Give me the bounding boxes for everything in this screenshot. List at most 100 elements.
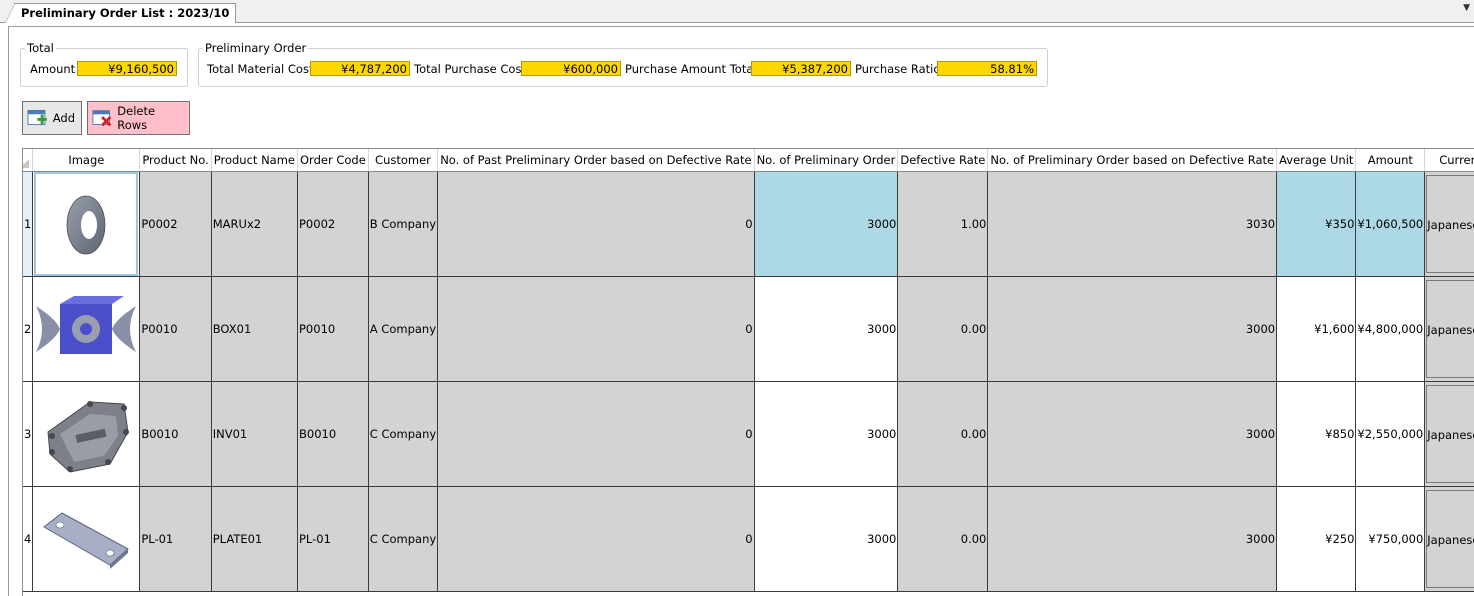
average-unit-cell[interactable]: ¥1,600 xyxy=(1276,276,1357,382)
order-defective-cell[interactable]: 3000 xyxy=(987,486,1278,592)
order-defective-cell[interactable]: 3030 xyxy=(987,171,1278,277)
col-header-product-no[interactable]: Product No. xyxy=(139,149,212,172)
product-no-cell[interactable]: PL-01 xyxy=(139,486,212,592)
average-unit-cell[interactable]: ¥250 xyxy=(1276,486,1357,592)
currency-cell[interactable]: Japanese Yen xyxy=(1424,171,1474,277)
order-code-cell[interactable]: P0010 xyxy=(297,276,369,382)
total-amount-label: Amount xyxy=(30,62,76,76)
average-unit-cell[interactable]: ¥350 xyxy=(1276,171,1357,277)
image-cell[interactable] xyxy=(32,381,141,487)
currency-cell[interactable]: Japanese Yen xyxy=(1424,381,1474,487)
average-unit-cell[interactable]: ¥850 xyxy=(1276,381,1357,487)
defective-rate-cell[interactable]: 0.00 xyxy=(897,381,989,487)
preliminary-order-legend: Preliminary Order xyxy=(205,41,307,55)
order-grid[interactable]: Image Product No. Product Name Order Cod… xyxy=(22,148,1474,596)
col-header-prelim-order[interactable]: No. of Preliminary Order xyxy=(754,149,899,172)
currency-dropdown[interactable]: Japanese Yen xyxy=(1426,490,1474,588)
table-row[interactable]: 4 PL-01 PLATE01 PL-01 C Company 0 3000 0… xyxy=(23,486,1474,592)
product-name-cell[interactable]: PLATE01 xyxy=(211,486,299,592)
customer-cell[interactable]: C Company xyxy=(368,486,439,592)
chevron-down-icon[interactable]: ▼ xyxy=(1463,3,1470,13)
past-order-cell[interactable]: 0 xyxy=(437,381,755,487)
purchase-cost-field: ¥600,000 xyxy=(521,61,621,76)
order-defective-cell[interactable]: 3000 xyxy=(987,381,1278,487)
prelim-order-cell[interactable]: 3000 xyxy=(754,381,899,487)
delete-rows-button[interactable]: Delete Rows xyxy=(87,101,190,135)
product-name-cell[interactable]: MARUx2 xyxy=(211,171,299,277)
select-all-corner[interactable] xyxy=(23,149,34,172)
col-header-order-defective[interactable]: No. of Preliminary Order based on Defect… xyxy=(987,149,1278,172)
product-no-cell[interactable]: P0010 xyxy=(139,276,212,382)
material-cost-label: Total Material Cost xyxy=(207,62,314,76)
past-order-cell[interactable]: 0 xyxy=(437,171,755,277)
row-header[interactable]: 1 xyxy=(23,171,34,277)
plate-icon xyxy=(43,512,130,569)
order-table: Image Product No. Product Name Order Cod… xyxy=(23,149,1474,592)
customer-cell[interactable]: B Company xyxy=(368,171,439,277)
currency-dropdown[interactable]: Japanese Yen xyxy=(1426,280,1474,378)
col-header-currency[interactable]: Currency xyxy=(1424,149,1474,172)
order-defective-cell[interactable]: 3000 xyxy=(987,276,1278,382)
tab-preliminary-order-list[interactable]: Preliminary Order List : 2023/10 xyxy=(4,3,237,23)
row-header[interactable]: 2 xyxy=(23,276,34,382)
defective-rate-cell[interactable]: 0.00 xyxy=(897,486,989,592)
image-cell[interactable] xyxy=(32,276,141,382)
currency-dropdown[interactable]: Japanese Yen xyxy=(1426,175,1474,273)
past-order-cell[interactable]: 0 xyxy=(437,276,755,382)
amount-cell[interactable]: ¥2,550,000 xyxy=(1355,381,1426,487)
box-part-icon xyxy=(36,296,137,354)
purchase-amount-field: ¥5,387,200 xyxy=(751,61,851,76)
col-header-product-name[interactable]: Product Name xyxy=(211,149,299,172)
add-button-label: Add xyxy=(52,111,75,125)
defective-rate-cell[interactable]: 0.00 xyxy=(897,276,989,382)
currency-cell[interactable]: Japanese Yen xyxy=(1424,276,1474,382)
currency-cell[interactable]: Japanese Yen xyxy=(1424,486,1474,592)
product-name-cell[interactable]: BOX01 xyxy=(211,276,299,382)
col-header-amount[interactable]: Amount xyxy=(1355,149,1426,172)
total-amount-field: ¥9,160,500 xyxy=(77,61,177,76)
col-header-defective-rate[interactable]: Defective Rate xyxy=(897,149,989,172)
delete-rows-button-label: Delete Rows xyxy=(117,104,156,132)
prelim-order-cell[interactable]: 3000 xyxy=(754,171,899,277)
order-code-cell[interactable]: P0002 xyxy=(297,171,369,277)
customer-cell[interactable]: C Company xyxy=(368,381,439,487)
col-header-average-unit[interactable]: Average Unit xyxy=(1276,149,1357,172)
prelim-order-cell[interactable]: 3000 xyxy=(754,276,899,382)
amount-cell[interactable]: ¥750,000 xyxy=(1355,486,1426,592)
currency-dropdown[interactable]: Japanese Yen xyxy=(1426,385,1474,483)
order-code-cell[interactable]: B0010 xyxy=(297,381,369,487)
product-no-cell[interactable]: B0010 xyxy=(139,381,212,487)
past-order-cell[interactable]: 0 xyxy=(437,486,755,592)
order-code-cell[interactable]: PL-01 xyxy=(297,486,369,592)
image-cell[interactable] xyxy=(32,171,141,277)
image-cell[interactable] xyxy=(32,486,141,592)
col-header-past-order[interactable]: No. of Past Preliminary Order based on D… xyxy=(437,149,755,172)
purchase-cost-label: Total Purchase Cost xyxy=(414,62,526,76)
table-row[interactable]: 3 B0010 INV01 B0010 C Company 0 3000 0.0… xyxy=(23,381,1474,487)
header-row: Image Product No. Product Name Order Cod… xyxy=(23,149,1474,172)
purchase-amount-label: Purchase Amount Total xyxy=(625,62,757,76)
col-header-order-code[interactable]: Order Code xyxy=(297,149,369,172)
add-button[interactable]: Add xyxy=(22,101,82,135)
tab-strip: Preliminary Order List : 2023/10 ▼ xyxy=(0,0,1474,23)
amount-cell[interactable]: ¥1,060,500 xyxy=(1355,171,1426,277)
window-add-icon xyxy=(27,109,47,126)
product-name-cell[interactable]: INV01 xyxy=(211,381,299,487)
defective-rate-cell[interactable]: 1.00 xyxy=(897,171,989,277)
table-row[interactable]: 1 P0002 MARUx2 P0002 B Company 0 3000 1.… xyxy=(23,171,1474,277)
table-row[interactable]: 2 P0010 BOX01 P0010 A Company 0 3000 0.0… xyxy=(23,276,1474,382)
washer-icon xyxy=(66,195,106,255)
product-no-cell[interactable]: P0002 xyxy=(139,171,212,277)
row-header[interactable]: 3 xyxy=(23,381,34,487)
amount-cell[interactable]: ¥4,800,000 xyxy=(1355,276,1426,382)
prelim-order-cell[interactable]: 3000 xyxy=(754,486,899,592)
material-cost-field: ¥4,787,200 xyxy=(310,61,410,76)
customer-cell[interactable]: A Company xyxy=(368,276,439,382)
row-header[interactable]: 4 xyxy=(23,486,34,592)
col-header-image[interactable]: Image xyxy=(32,149,141,172)
purchase-ratio-field: 58.81% xyxy=(937,61,1037,76)
purchase-ratio-label: Purchase Ratio xyxy=(855,62,941,76)
inverter-cover-icon xyxy=(47,401,130,473)
window-delete-icon xyxy=(92,110,112,127)
col-header-customer[interactable]: Customer xyxy=(368,149,439,172)
